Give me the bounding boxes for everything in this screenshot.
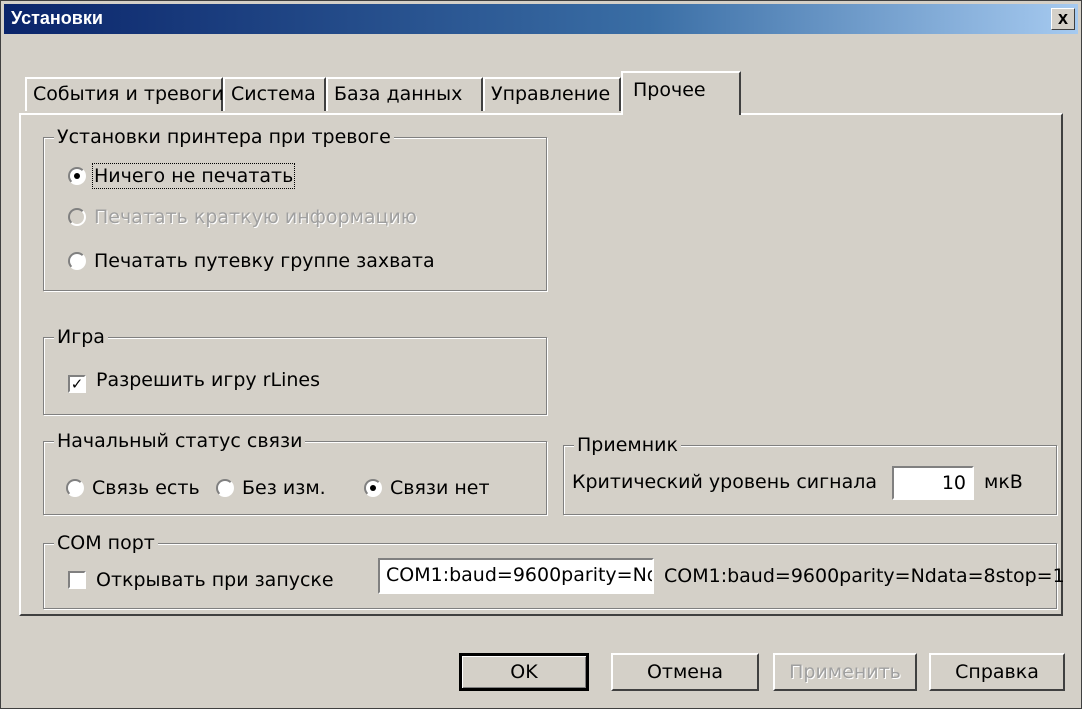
game-group-legend: Игра (54, 325, 108, 349)
radio-link-unchanged-label: Без изм. (242, 477, 326, 499)
com-port-group-legend: COM порт (54, 531, 158, 555)
radio-link-no-indicator[interactable] (364, 479, 382, 497)
close-button[interactable]: x (1051, 8, 1075, 30)
settings-dialog: Установки x События и тревоги Система Ба… (0, 0, 1082, 709)
link-status-group-legend: Начальный статус связи (54, 429, 306, 453)
radio-print-nothing[interactable]: Ничего не печатать (68, 163, 296, 189)
apply-button: Применить (773, 653, 917, 691)
checkbox-allow-game-label: Разрешить игру rLines (96, 369, 320, 391)
radio-link-yes-indicator[interactable] (66, 479, 84, 497)
radio-link-unchanged[interactable]: Без изм. (216, 476, 326, 500)
checkbox-allow-game[interactable]: ✓ Разрешить игру rLines (68, 368, 320, 393)
tab-other[interactable]: Прочее (621, 71, 741, 115)
radio-print-capture-indicator[interactable] (68, 252, 86, 270)
critical-level-label: Критический уровень сигнала (572, 471, 877, 493)
title-bar[interactable]: Установки x (4, 4, 1078, 34)
radio-print-capture[interactable]: Печатать путевку группе захвата (68, 249, 435, 273)
radio-print-nothing-label: Ничего не печатать (91, 163, 296, 189)
receiver-group-legend: Приемник (574, 433, 681, 457)
radio-link-yes[interactable]: Связь есть (66, 476, 200, 500)
radio-print-brief: Печатать краткую информацию (68, 205, 417, 229)
checkbox-open-on-start[interactable]: Открывать при запуске (68, 568, 334, 592)
window-title: Установки (11, 8, 103, 28)
com-port-settings-input[interactable]: COM1:baud=9600parity=Nd. (378, 558, 654, 594)
critical-level-input[interactable]: 10 (892, 466, 974, 500)
tab-events-alarms[interactable]: События и тревоги (25, 77, 224, 111)
radio-link-no-label: Связи нет (390, 477, 490, 499)
printer-group-legend: Установки принтера при тревоге (54, 125, 394, 149)
radio-link-no[interactable]: Связи нет (364, 476, 490, 500)
radio-print-nothing-indicator[interactable] (68, 167, 86, 185)
radio-link-yes-label: Связь есть (92, 477, 200, 499)
receiver-group: Приемник Критический уровень сигнала 10 … (563, 433, 1057, 515)
checkbox-open-on-start-indicator[interactable] (68, 571, 86, 589)
com-port-settings-text: COM1:baud=9600parity=Ndata=8stop=1 (664, 565, 1065, 587)
printer-group: Установки принтера при тревоге Ничего не… (43, 125, 547, 291)
link-status-group: Начальный статус связи Связь есть Без из… (43, 429, 547, 515)
radio-print-brief-indicator (68, 208, 86, 226)
ok-button[interactable]: OK (459, 653, 589, 691)
checkbox-open-on-start-label: Открывать при запуске (96, 569, 334, 591)
game-group: Игра ✓ Разрешить игру rLines (43, 325, 547, 415)
com-port-group: COM порт Открывать при запуске COM1:baud… (43, 531, 1065, 609)
tab-control[interactable]: Управление (483, 77, 621, 111)
radio-print-capture-label: Печатать путевку группе захвата (94, 250, 435, 272)
tab-system[interactable]: Система (223, 77, 326, 111)
cancel-button[interactable]: Отмена (611, 653, 759, 691)
checkbox-allow-game-indicator[interactable]: ✓ (68, 375, 86, 393)
radio-print-brief-label: Печатать краткую информацию (94, 206, 417, 228)
tab-panel-other: Установки принтера при тревоге Ничего не… (19, 113, 1065, 616)
tab-database[interactable]: База данных (326, 77, 483, 111)
help-button[interactable]: Справка (929, 653, 1065, 691)
radio-link-unchanged-indicator[interactable] (216, 479, 234, 497)
critical-level-unit: мкВ (984, 471, 1023, 493)
